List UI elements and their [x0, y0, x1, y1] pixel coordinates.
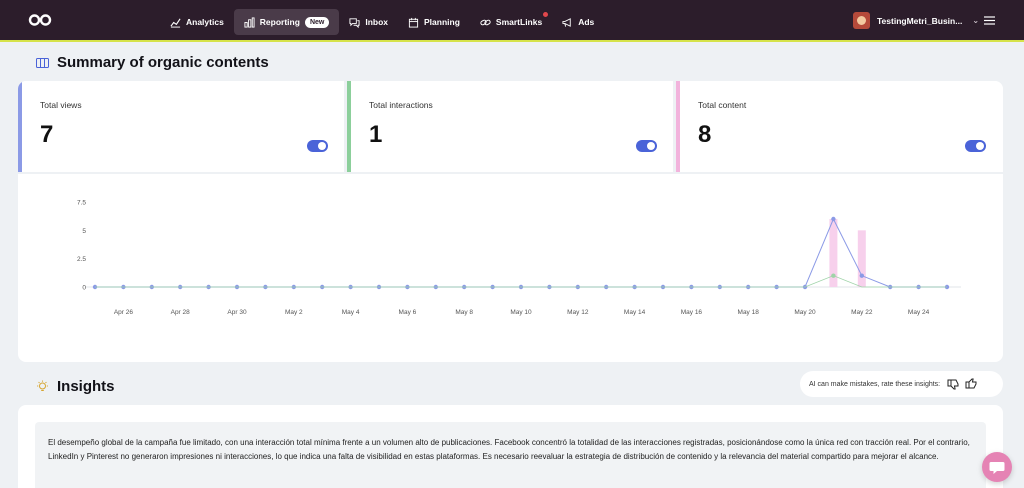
x-tick-label: May 22 — [851, 309, 873, 316]
metric-value: 8 — [698, 121, 712, 148]
megaphone-icon — [562, 17, 571, 27]
nav-reporting[interactable]: Reporting New — [233, 9, 340, 35]
avatar — [853, 12, 870, 29]
main-nav: Analytics Reporting New Inbox Planning S… — [160, 9, 604, 35]
link-icon — [480, 19, 491, 25]
lightbulb-icon — [37, 380, 48, 391]
ai-rating-bar: AI can make mistakes, rate these insight… — [800, 371, 1003, 397]
top-navigation-bar: Analytics Reporting New Inbox Planning S… — [0, 0, 1024, 42]
x-tick-label: May 18 — [738, 309, 760, 316]
series-line — [95, 217, 947, 288]
nav-inbox-label: Inbox — [365, 17, 389, 27]
metric-total-views: Total views 7 — [18, 81, 344, 172]
reporting-icon — [244, 16, 255, 28]
data-point — [831, 273, 836, 278]
x-tick-label: May 24 — [908, 309, 930, 316]
metric-toggle[interactable] — [636, 140, 657, 152]
hamburger-menu-icon[interactable] — [984, 16, 995, 25]
chat-icon — [989, 462, 1005, 474]
metric-label: Total views — [40, 100, 82, 110]
x-tick-label: May 12 — [567, 309, 589, 316]
summary-card: Total views 7 Total interactions 1 Total… — [18, 81, 1003, 362]
metric-label: Total interactions — [369, 100, 433, 110]
x-tick-label: May 20 — [794, 309, 816, 316]
nav-analytics-label: Analytics — [186, 17, 224, 27]
insights-title: Insights — [57, 378, 115, 395]
ai-disclaimer: AI can make mistakes, rate these insight… — [809, 380, 941, 388]
nav-smartlinks[interactable]: SmartLinks — [470, 9, 552, 35]
nav-inbox[interactable]: Inbox — [339, 9, 398, 35]
metric-toggle[interactable] — [307, 140, 328, 152]
x-tick-label: May 4 — [342, 309, 360, 316]
insights-card: El desempeño global de la campaña fue li… — [18, 405, 1003, 488]
x-tick-label: May 10 — [510, 309, 532, 316]
x-tick-label: May 2 — [285, 309, 303, 316]
nav-ads[interactable]: Ads — [552, 9, 604, 35]
account-name: TestingMetri_Busin... — [877, 15, 963, 26]
nav-smartlinks-label: SmartLinks — [495, 17, 543, 27]
x-tick-label: Apr 28 — [171, 309, 191, 316]
metric-value: 7 — [40, 121, 54, 148]
analytics-icon — [170, 18, 181, 28]
x-tick-label: May 6 — [399, 309, 417, 316]
chat-button[interactable] — [982, 452, 1012, 482]
account-switcher[interactable]: TestingMetri_Busin... ⌄ — [853, 12, 979, 29]
nav-reporting-label: Reporting — [259, 17, 300, 27]
inbox-icon — [349, 17, 360, 28]
metric-toggle[interactable] — [965, 140, 986, 152]
thumbs-up-icon[interactable] — [965, 378, 977, 390]
nav-planning-label: Planning — [424, 17, 460, 27]
data-point — [831, 216, 836, 222]
chevron-down-icon: ⌄ — [972, 16, 980, 25]
x-tick-label: Apr 30 — [227, 309, 247, 316]
nav-ads-label: Ads — [578, 17, 595, 27]
nav-analytics[interactable]: Analytics — [160, 9, 234, 35]
insights-section-title: Insights — [36, 378, 115, 395]
insight-text: El desempeño global de la campaña fue li… — [35, 422, 986, 488]
summary-section-title: Summary of organic contents — [36, 54, 269, 71]
metric-total-content: Total content 8 — [676, 81, 1003, 172]
x-tick-label: May 14 — [624, 309, 646, 316]
summary-title: Summary of organic contents — [57, 54, 269, 71]
thumbs-down-icon[interactable] — [947, 378, 959, 390]
data-point — [859, 273, 864, 278]
new-badge: New — [304, 16, 330, 28]
columns-icon — [36, 57, 49, 68]
y-tick-label: 2.5 — [77, 256, 86, 263]
y-tick-label: 7.5 — [77, 200, 86, 207]
logo-icon[interactable] — [28, 13, 52, 27]
x-tick-label: May 8 — [455, 309, 473, 316]
nav-planning[interactable]: Planning — [398, 9, 470, 35]
organic-contents-chart: 7.5 5 2.5 0 Apr 26 Apr 28 Apr 30 May 2 May 4 May … — [77, 200, 961, 316]
metric-label: Total content — [698, 100, 747, 110]
x-tick-label: May 16 — [681, 309, 703, 316]
x-tick-label: Apr 26 — [114, 309, 134, 316]
notification-dot — [542, 11, 550, 18]
y-tick-label: 0 — [82, 285, 86, 292]
metric-value: 1 — [369, 121, 383, 148]
metric-total-interactions: Total interactions 1 — [347, 81, 673, 172]
y-tick-label: 5 — [82, 228, 86, 235]
chart-bar — [857, 230, 866, 287]
calendar-icon — [408, 17, 419, 28]
